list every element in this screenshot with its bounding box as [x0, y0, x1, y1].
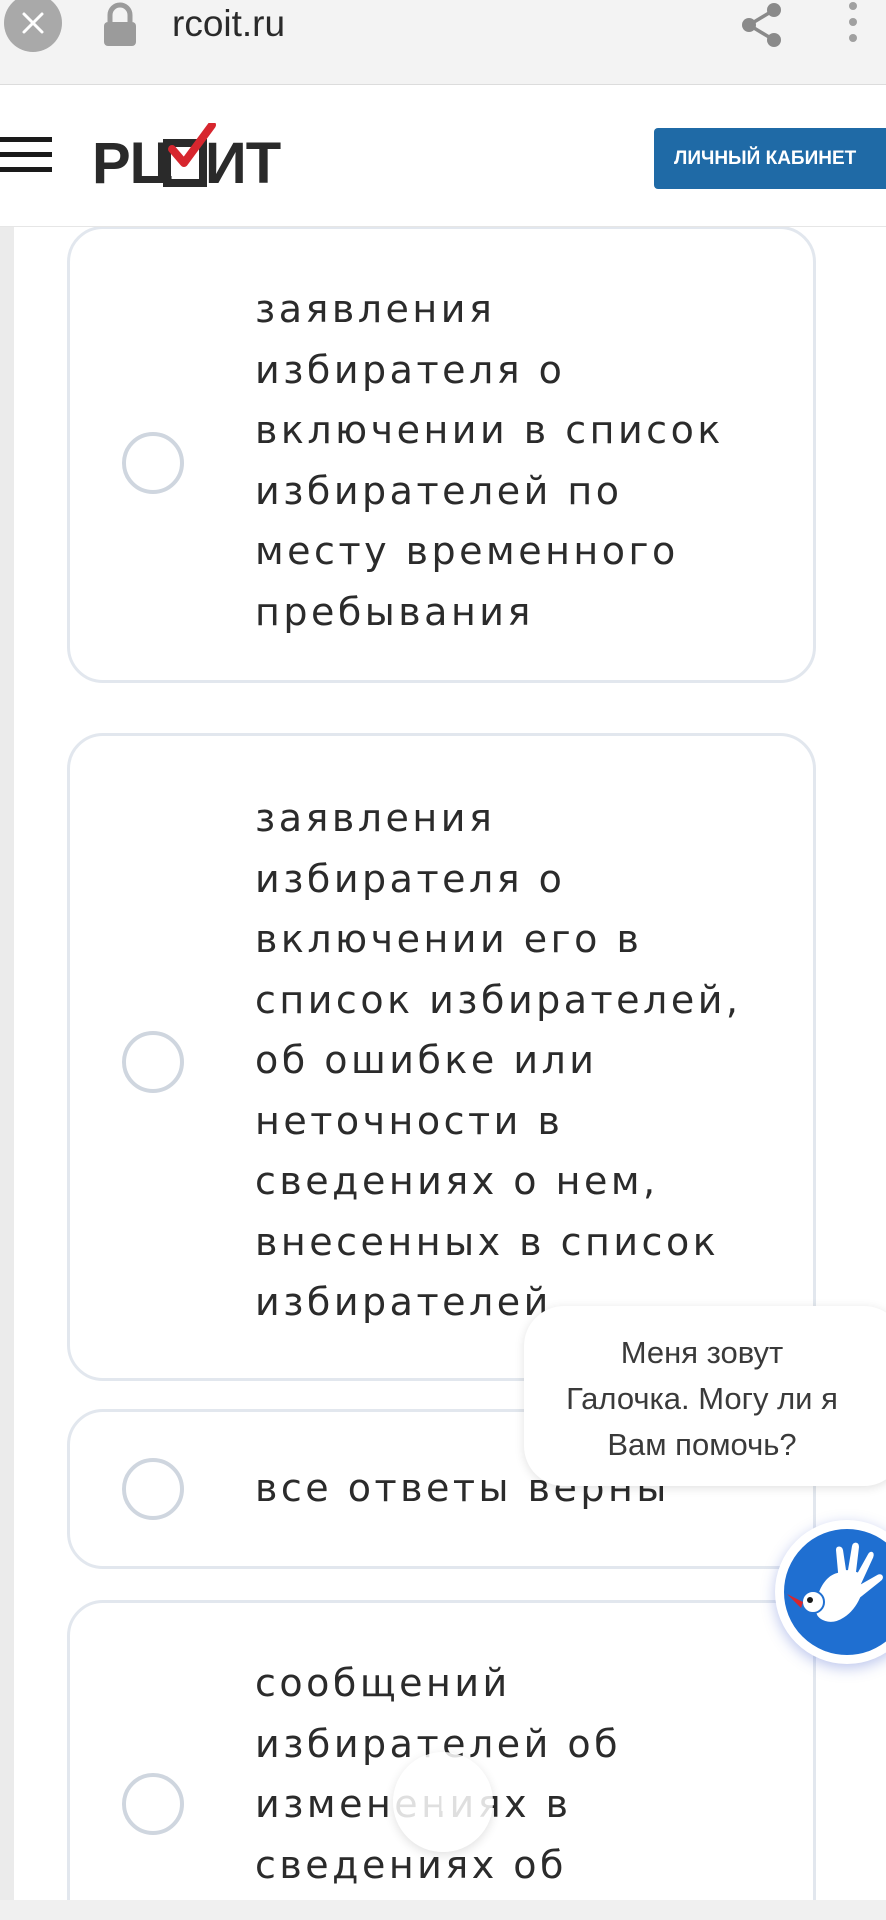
- url-text[interactable]: rcoit.ru: [172, 0, 285, 48]
- close-icon: [22, 12, 44, 34]
- radio-button[interactable]: [122, 432, 184, 494]
- answer-option-1[interactable]: заявления избирателя о включении в списо…: [67, 227, 816, 683]
- site-header: РЦ ИТ ЛИЧНЫЙ КАБИНЕТ: [0, 85, 886, 227]
- more-vertical-icon[interactable]: [846, 2, 860, 48]
- personal-cabinet-button[interactable]: ЛИЧНЫЙ КАБИНЕТ: [654, 128, 886, 189]
- close-tab-button[interactable]: [4, 0, 62, 52]
- answer-option-2[interactable]: заявления избирателя о включении его в с…: [67, 733, 816, 1381]
- radio-button[interactable]: [122, 1773, 184, 1835]
- browser-url-bar: rcoit.ru: [0, 0, 886, 85]
- arrow-up-icon: ↑: [427, 1779, 459, 1820]
- share-icon[interactable]: [740, 2, 784, 48]
- logo-image: РЦ ИТ: [92, 121, 282, 196]
- quiz-content: заявления избирателя о включении в списо…: [14, 227, 886, 1900]
- svg-text:ИТ: ИТ: [205, 131, 281, 187]
- answer-text: заявления избирателя о включении в списо…: [255, 287, 724, 634]
- lock-icon: [104, 2, 136, 46]
- hamburger-menu-icon[interactable]: [0, 135, 52, 175]
- radio-button[interactable]: [122, 1458, 184, 1520]
- answer-text: заявления избирателя о включении его в с…: [255, 796, 742, 1324]
- chat-assistant-bubble[interactable]: Меня зовут Галочка. Могу ли я Вам помочь…: [524, 1306, 886, 1486]
- answer-text: сообщений избирателей об изменениях в св…: [255, 1661, 622, 1887]
- site-logo[interactable]: РЦ ИТ: [92, 121, 282, 196]
- chat-message: Меня зовут Галочка. Могу ли я Вам помочь…: [566, 1335, 838, 1462]
- answer-option-4[interactable]: сообщений избирателей об изменениях в св…: [67, 1600, 816, 1900]
- radio-button[interactable]: [122, 1031, 184, 1093]
- chat-assistant-button[interactable]: [775, 1520, 886, 1664]
- assistant-bird-hand-icon: [778, 1523, 886, 1661]
- bottom-edge: [0, 1900, 886, 1920]
- svg-text:РЦ: РЦ: [92, 131, 172, 187]
- scroll-to-top-button[interactable]: ↑: [393, 1752, 493, 1852]
